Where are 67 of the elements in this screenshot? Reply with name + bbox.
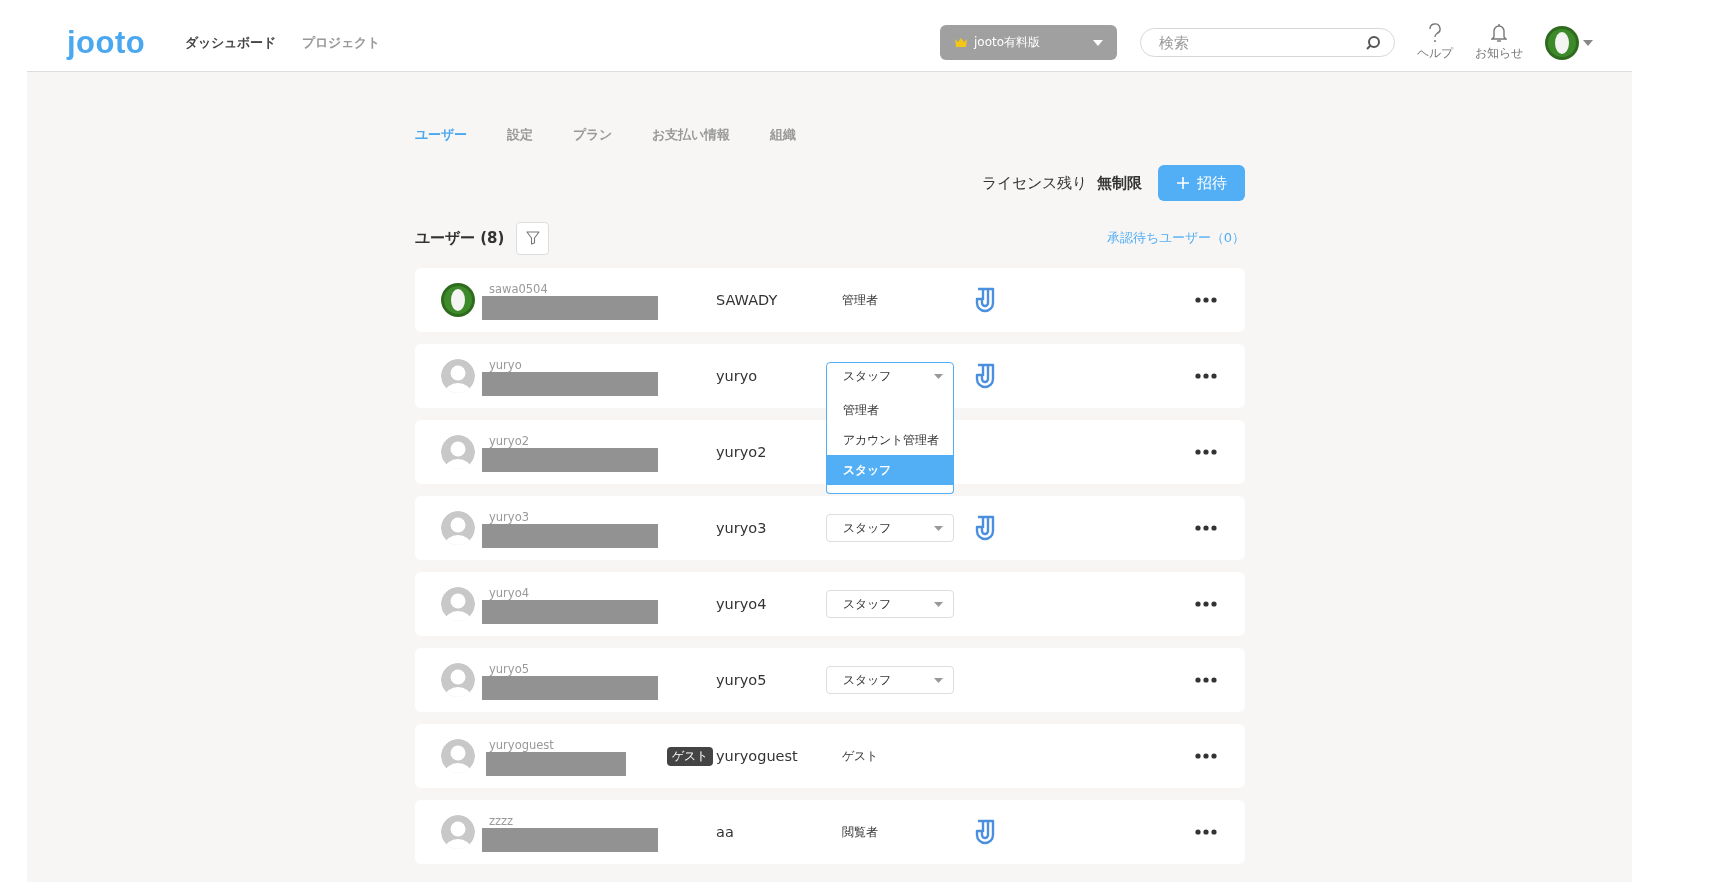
caret-icon — [934, 601, 943, 607]
bell-icon — [1491, 23, 1507, 43]
display-name: yuryo5 — [716, 672, 768, 688]
search-field[interactable]: 検索 — [1140, 28, 1395, 57]
username: zzzz — [489, 814, 515, 828]
more-icon — [1195, 753, 1217, 759]
invite-button[interactable]: 招待 — [1158, 165, 1245, 201]
question-icon — [1428, 23, 1442, 43]
more-icon — [1195, 297, 1217, 303]
more-icon — [1195, 829, 1217, 835]
tab[interactable]: 組織 — [770, 126, 796, 144]
tab[interactable]: プラン — [573, 126, 612, 144]
role-label: 管理者 — [842, 292, 878, 308]
more-icon — [1195, 525, 1217, 531]
display-name: yuryo4 — [716, 596, 768, 612]
plus-icon — [1176, 177, 1189, 189]
tab[interactable]: ユーザー — [415, 126, 467, 144]
display-name: aa — [716, 824, 735, 840]
display-name: yuryoguest — [716, 748, 799, 764]
username: yuryo3 — [489, 510, 530, 524]
plan-dropdown[interactable]: jooto有料版 — [940, 25, 1117, 60]
nav-link[interactable]: プロジェクト — [302, 33, 381, 52]
username: yuryo5 — [489, 662, 530, 676]
more-icon — [1195, 373, 1217, 379]
search-icon — [1365, 35, 1381, 51]
caret-icon — [1093, 39, 1103, 46]
role-select[interactable]: スタッフ — [826, 514, 954, 542]
role-select[interactable]: スタッフ — [826, 666, 954, 694]
username: sawa0504 — [489, 282, 549, 296]
username: yuryo2 — [489, 434, 530, 448]
role-label: ゲスト — [842, 748, 878, 764]
display-name: yuryo2 — [716, 444, 768, 460]
role-option[interactable]: 管理者 — [827, 395, 953, 425]
display-name: SAWADY — [716, 292, 779, 308]
more-icon — [1195, 449, 1217, 455]
license-value: 無制限 — [1097, 173, 1142, 193]
notifications-button[interactable]: お知らせ — [1475, 23, 1523, 62]
crown-icon — [954, 37, 968, 48]
more-icon — [1195, 677, 1217, 683]
caret-icon — [934, 525, 943, 531]
username: yuryo — [489, 358, 523, 372]
filter-button[interactable] — [516, 221, 550, 255]
account-menu[interactable] — [1545, 25, 1593, 60]
username: yuryo4 — [489, 586, 530, 600]
role-select[interactable]: スタッフ — [826, 590, 954, 618]
help-button[interactable]: ヘルプ — [1417, 23, 1453, 62]
tab[interactable]: 設定 — [507, 126, 533, 144]
pending-users-link[interactable]: 承認待ちユーザー（0） — [1106, 229, 1245, 247]
filter-icon — [525, 231, 540, 245]
guest-badge: ゲスト — [667, 746, 713, 766]
role-option[interactable]: アカウント管理者 — [827, 425, 953, 455]
license-label: ライセンス残り — [982, 173, 1087, 193]
caret-icon — [1583, 39, 1593, 46]
role-option[interactable]: スタッフ — [827, 455, 953, 485]
avatar-icon — [1545, 25, 1579, 60]
role-label: 閲覧者 — [842, 824, 878, 840]
display-name: yuryo — [716, 368, 759, 384]
display-name: yuryo3 — [716, 520, 768, 536]
caret-icon — [934, 677, 943, 683]
caret-icon — [934, 373, 943, 379]
username: yuryoguest — [489, 738, 555, 752]
nav-link[interactable]: ダッシュボード — [185, 33, 277, 52]
role-select[interactable]: スタッフ — [826, 362, 954, 390]
tab[interactable]: お支払い情報 — [652, 126, 730, 144]
users-heading: ユーザー (8) — [415, 228, 505, 248]
more-icon — [1195, 601, 1217, 607]
logo[interactable]: jooto — [67, 24, 146, 61]
